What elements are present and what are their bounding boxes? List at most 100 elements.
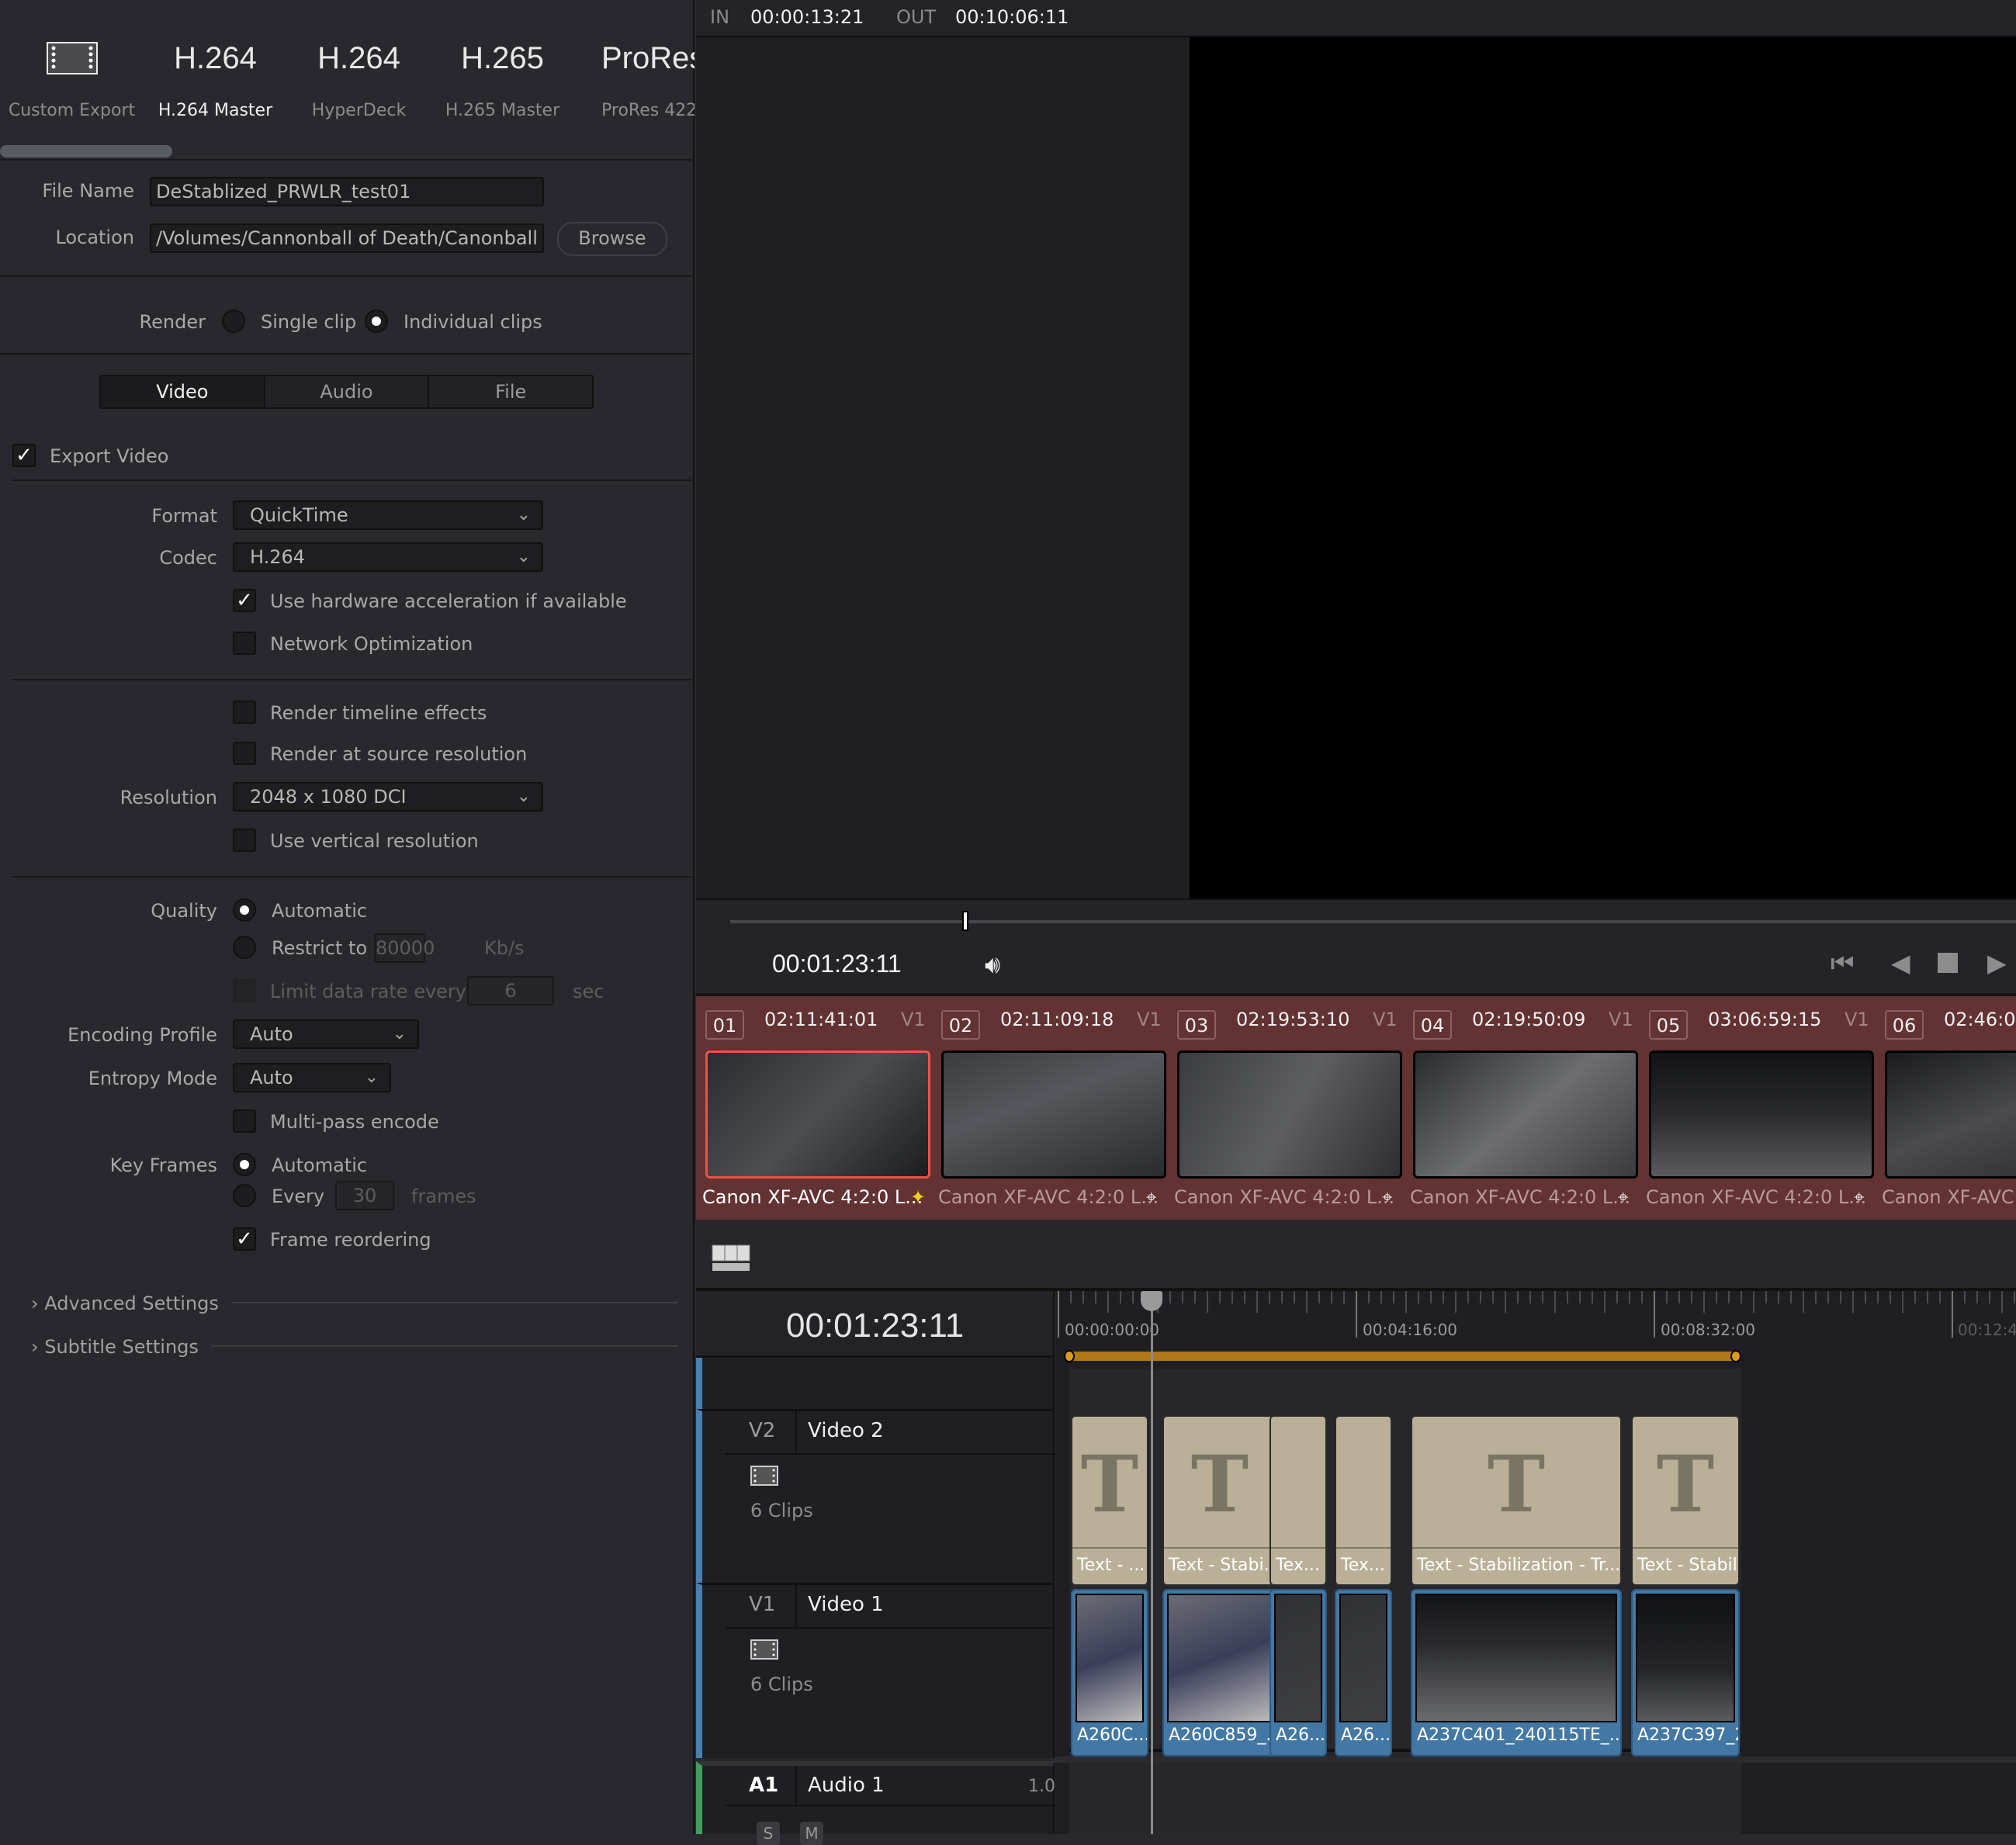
text-clip[interactable]: T Text - Stabi... [1162, 1415, 1277, 1586]
crosshair-icon[interactable]: ⌖ [1618, 1186, 1629, 1208]
text-clip[interactable]: Tex... [1335, 1415, 1392, 1586]
timeline-view-options-icon[interactable] [712, 1244, 750, 1271]
keyframes-every-input[interactable]: 30 [335, 1181, 394, 1210]
track-name[interactable]: Video 1 [808, 1593, 884, 1616]
render-effects-checkbox[interactable] [233, 701, 256, 724]
track-header-a1[interactable]: A1 Audio 1 1.0 S M [696, 1761, 1059, 1845]
preset-h264-master[interactable]: H.264 H.264 Master [144, 31, 287, 120]
volume-icon[interactable]: 🔊︎ [985, 950, 1000, 980]
out-timecode[interactable]: 00:10:06:11 [955, 6, 1069, 28]
render-individual-clips-radio[interactable] [365, 310, 388, 333]
restrict-bitrate-input[interactable]: 80000 [374, 933, 435, 963]
text-clip[interactable]: T Text - Stabilization - Tr... [1411, 1415, 1622, 1586]
network-opt-checkbox[interactable] [233, 632, 256, 655]
tab-file[interactable]: File [429, 376, 592, 407]
tab-audio[interactable]: Audio [265, 376, 430, 407]
clip-thumbnail[interactable] [1177, 1051, 1402, 1179]
clip-thumbnail[interactable] [941, 1051, 1166, 1179]
preset-hyperdeck[interactable]: H.264 HyperDeck [287, 31, 431, 120]
play-icon[interactable]: ▶︎ [1987, 948, 2007, 978]
advanced-settings-toggle[interactable]: › Advanced Settings [31, 1293, 219, 1314]
text-clip[interactable]: T Text - Stabili... [1631, 1415, 1740, 1586]
clip-name: A26... [1341, 1726, 1391, 1745]
track-name[interactable]: Audio 1 [808, 1774, 885, 1797]
video-clip[interactable]: A260C859_... [1162, 1589, 1277, 1757]
scrub-handle[interactable] [961, 911, 968, 931]
file-name-input[interactable]: DeStablized_PRWLR_test01 [150, 177, 544, 206]
codec-dropdown[interactable]: H.264 ⌄ [233, 542, 543, 572]
in-out-range-bar[interactable] [1069, 1352, 1737, 1361]
frame-reordering-checkbox[interactable]: ✓ [233, 1227, 256, 1251]
keyframes-automatic-radio[interactable] [233, 1153, 256, 1176]
play-reverse-icon[interactable]: ◀︎ [1891, 948, 1910, 978]
keyframes-every-radio[interactable] [233, 1184, 256, 1207]
scrub-track[interactable] [730, 920, 2016, 923]
multipass-checkbox[interactable] [233, 1109, 256, 1133]
preset-scrollbar[interactable] [0, 145, 172, 158]
preset-custom-export[interactable]: Custom Export [0, 31, 144, 120]
video-viewer[interactable] [696, 37, 2016, 898]
format-dropdown[interactable]: QuickTime ⌄ [233, 500, 543, 530]
video-clip[interactable]: A26... [1270, 1589, 1327, 1757]
quality-automatic-radio[interactable] [233, 898, 256, 922]
in-timecode[interactable]: 00:00:13:21 [750, 6, 864, 28]
subtitle-settings-toggle[interactable]: › Subtitle Settings [31, 1336, 199, 1358]
video-clip[interactable]: A26... [1335, 1589, 1392, 1757]
track-header-v2[interactable]: V2 Video 2 6 Clips [696, 1409, 1059, 1583]
render-source-checkbox[interactable] [233, 742, 256, 765]
in-point-handle[interactable] [1064, 1350, 1075, 1362]
video-clip[interactable]: A237C397_2... [1631, 1589, 1740, 1757]
timeline-tracks[interactable]: T Text - ... A260C... T Text - Stabi... A26… [1055, 1369, 2016, 1834]
timeline-ruler[interactable]: 00:00:00:00 00:04:16:00 00:08:32:00 00:1… [1055, 1291, 2016, 1369]
mute-button[interactable]: M [800, 1822, 823, 1845]
tab-video[interactable]: Video [101, 376, 265, 407]
clip-codec-name: Canon XF-AVC 4:2:0 L... [1410, 1186, 1631, 1208]
export-video-checkbox[interactable]: ✓ [12, 444, 36, 467]
video-clip[interactable]: A237C401_240115TE_... [1411, 1589, 1622, 1757]
text-clip[interactable]: T Text - ... [1071, 1415, 1148, 1586]
encoding-profile-dropdown[interactable]: Auto ⌄ [233, 1019, 419, 1049]
clip-card[interactable]: 06 02:46:05 Canon XF-AVC 4 [1880, 996, 2016, 1221]
crosshair-icon[interactable]: ⌖ [1146, 1186, 1157, 1208]
limit-rate-input[interactable]: 6 [467, 976, 554, 1006]
vertical-res-checkbox[interactable] [233, 829, 256, 852]
go-to-start-icon[interactable]: ⏮︎ [1831, 948, 1855, 979]
browse-button[interactable]: Browse [557, 222, 667, 256]
resolution-dropdown[interactable]: 2048 x 1080 DCI ⌄ [233, 782, 543, 812]
clip-card[interactable]: 04 02:19:50:09 V1 Canon XF-AVC 4:2:0 L..… [1408, 996, 1644, 1221]
clip-thumbnail [1274, 1594, 1322, 1722]
preset-prores-422[interactable]: ProRes ProRes 422 H [574, 31, 695, 120]
clip-thumbnail[interactable] [1885, 1051, 2016, 1179]
video-clip[interactable]: A260C... [1071, 1589, 1148, 1757]
sparkle-icon[interactable]: ✦ [910, 1186, 926, 1208]
encoding-profile-label: Encoding Profile [68, 1024, 217, 1046]
track-header-v1[interactable]: V1 Video 1 6 Clips [696, 1583, 1059, 1758]
entropy-mode-dropdown[interactable]: Auto ⌄ [233, 1063, 391, 1092]
clip-thumbnail[interactable] [1649, 1051, 1874, 1179]
clip-card[interactable]: 02 02:11:09:18 V1 Canon XF-AVC 4:2:0 L..… [937, 996, 1173, 1221]
timeline-timecode-header: 00:01:23:11 [696, 1291, 1055, 1358]
crosshair-icon[interactable]: ⌖ [1382, 1186, 1393, 1208]
stop-icon[interactable] [1938, 953, 1958, 973]
quality-restrict-radio[interactable] [233, 936, 256, 959]
solo-button[interactable]: S [757, 1822, 780, 1845]
crosshair-icon[interactable]: ⌖ [1854, 1186, 1865, 1208]
clip-thumbnail[interactable] [1413, 1051, 1638, 1179]
location-input[interactable]: /Volumes/Cannonball of Death/Canonball o… [150, 223, 544, 253]
render-single-clip-label[interactable]: Single clip [261, 311, 356, 333]
render-single-clip-radio[interactable] [222, 310, 245, 333]
render-individual-clips-label[interactable]: Individual clips [404, 311, 542, 333]
text-clip[interactable]: Tex... [1270, 1415, 1327, 1586]
clip-card[interactable]: 01 02:11:41:01 V1 Canon XF-AVC 4:2:0 L..… [701, 996, 937, 1221]
preset-h265-master[interactable]: H.265 H.265 Master [431, 31, 574, 120]
out-point-handle[interactable] [1730, 1350, 1741, 1362]
clip-thumbnail[interactable] [705, 1051, 930, 1179]
timeline-playhead[interactable] [1141, 1291, 1162, 1834]
track-name[interactable]: Video 2 [808, 1419, 884, 1442]
hw-accel-checkbox[interactable]: ✓ [233, 589, 256, 612]
clip-card[interactable]: 03 02:19:53:10 V1 Canon XF-AVC 4:2:0 L..… [1173, 996, 1408, 1221]
limit-rate-checkbox[interactable] [233, 979, 256, 1002]
clip-card[interactable]: 05 03:06:59:15 V1 Canon XF-AVC 4:2:0 L..… [1644, 996, 1880, 1221]
clip-name: A260C859_... [1169, 1726, 1276, 1745]
preset-glyph: H.265 [461, 41, 544, 75]
